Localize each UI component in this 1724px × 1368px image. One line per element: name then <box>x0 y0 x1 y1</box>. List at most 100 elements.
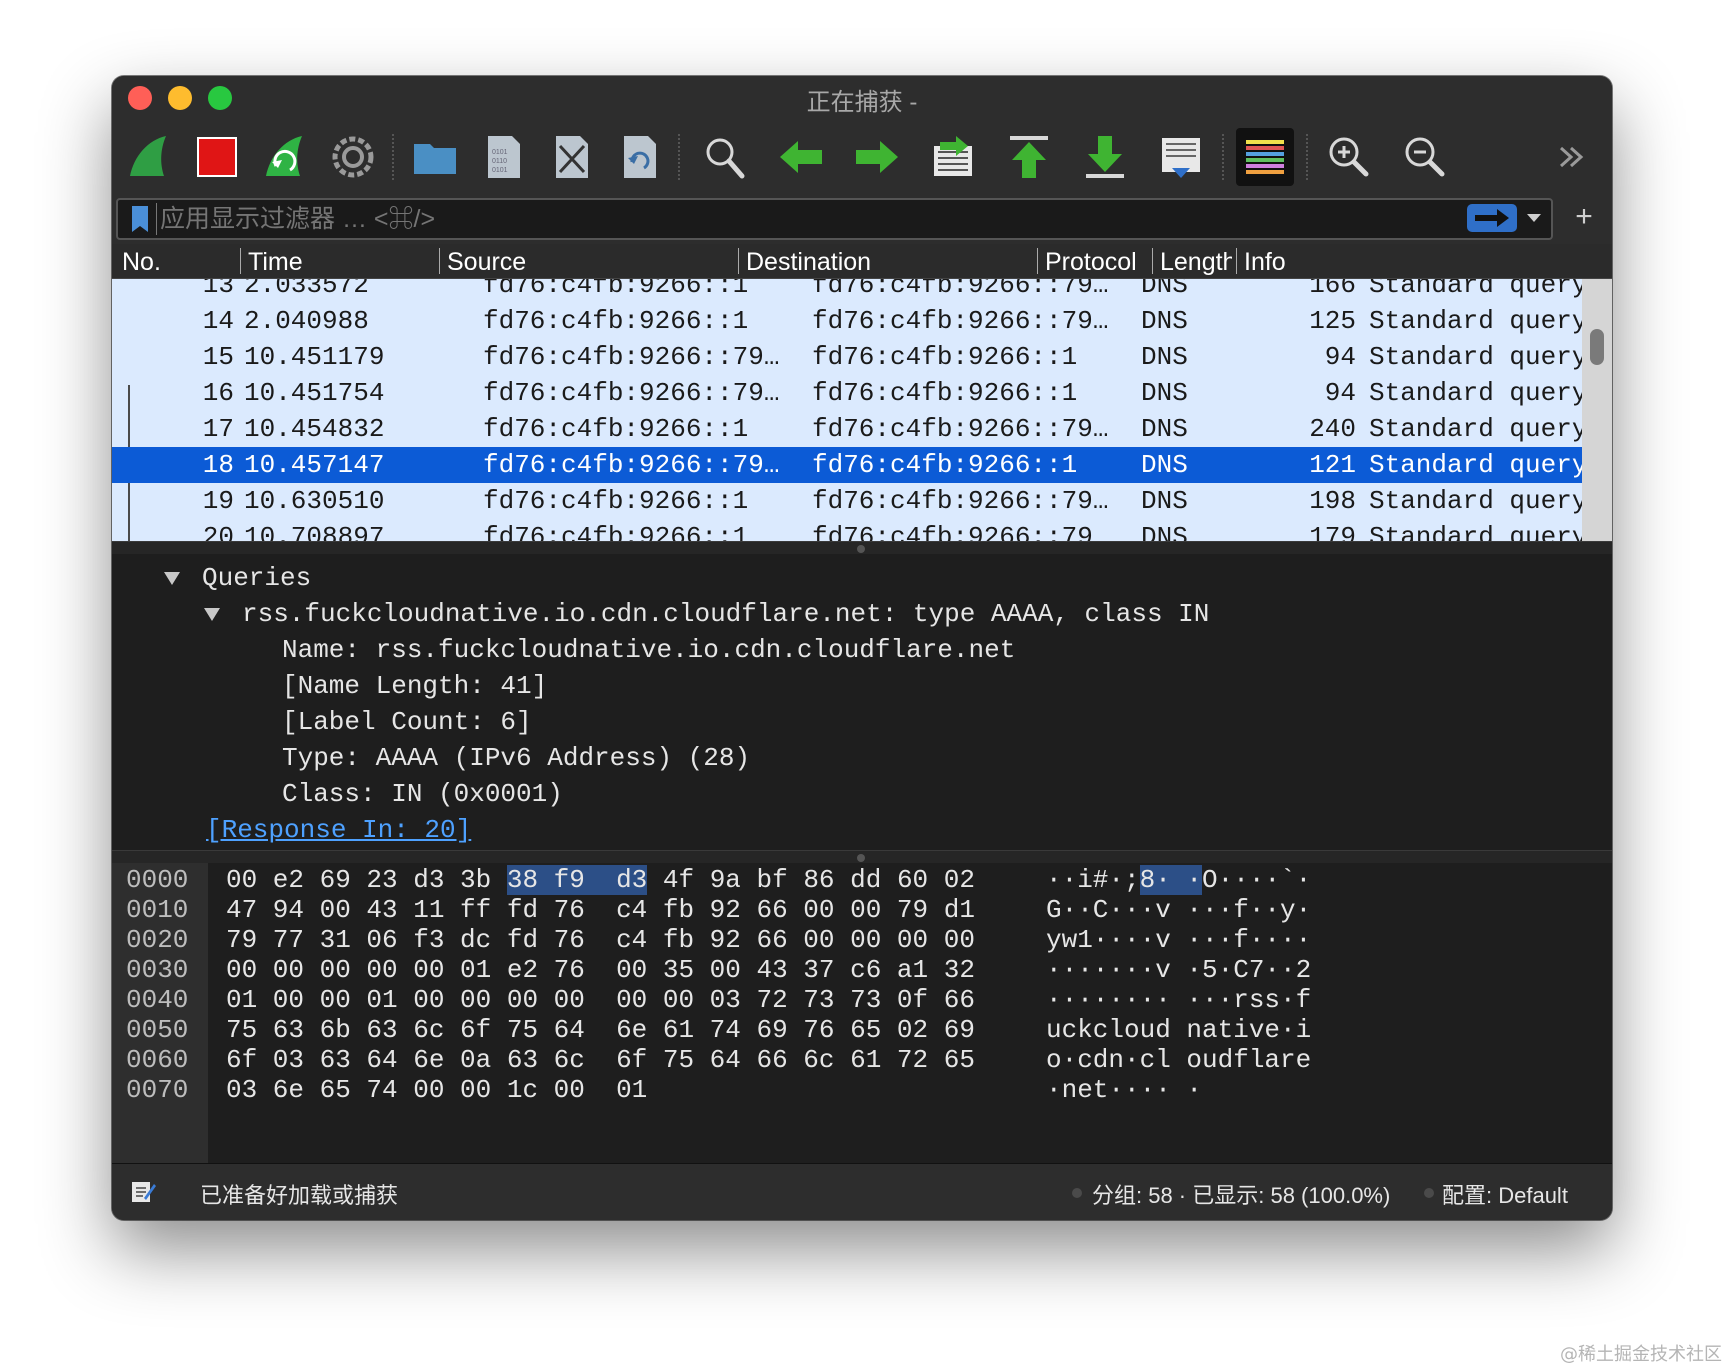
packet-row[interactable]: 16 10.451754 fd76:c4fb:9266::79… fd76:c4… <box>112 375 1588 411</box>
svg-text:0110: 0110 <box>492 158 507 165</box>
first-packet-button[interactable] <box>1000 128 1058 186</box>
column-header-protocol[interactable]: Protocol <box>1045 244 1155 278</box>
packet-info: Standard query <box>1369 279 1588 300</box>
status-bar: 已准备好加载或捕获 分组: 58 · 已显示: 58 (100.0%) 配置: … <box>112 1163 1612 1220</box>
packet-time: 2.040988 <box>244 306 369 336</box>
hex-ascii[interactable]: ·······v ·5·C7··2 <box>1046 955 1311 985</box>
colorize-button[interactable] <box>1236 128 1294 186</box>
tree-item-field[interactable]: Name: rss.fuckcloudnative.io.cdn.cloudfl… <box>282 632 1015 668</box>
splitter-handle[interactable] <box>857 854 865 862</box>
tree-item-field[interactable]: [Name Length: 41] <box>282 668 547 704</box>
packet-row[interactable]: 20 10.708897 fd76:c4fb:9266::1 fd76:c4fb… <box>112 519 1589 541</box>
packet-row-selected[interactable]: 18 10.457147 fd76:c4fb:9266::79… fd76:c4… <box>112 447 1587 483</box>
restart-capture-button[interactable] <box>256 128 314 186</box>
chevron-down-icon[interactable] <box>164 571 180 585</box>
toolbar-separator <box>1306 134 1310 180</box>
hex-bytes[interactable]: 6f 03 63 64 6e 0a 63 6c 6f 75 64 66 6c 6… <box>226 1045 975 1075</box>
hex-bytes[interactable]: 00 e2 69 23 d3 3b 38 f9 d3 4f 9a bf 86 d… <box>226 865 975 895</box>
hex-ascii[interactable]: ········ ···rss·f <box>1046 985 1311 1015</box>
packet-protocol: DNS <box>1141 279 1188 300</box>
packet-row[interactable]: 19 10.630510 fd76:c4fb:9266::1 fd76:c4fb… <box>112 483 1588 519</box>
hex-ascii[interactable]: G··C···v ···f··y· <box>1046 895 1311 925</box>
pane-splitter[interactable] <box>112 850 1612 864</box>
go-back-button[interactable] <box>772 128 830 186</box>
chevron-down-icon[interactable] <box>1524 210 1544 226</box>
tree-item-field[interactable]: Class: IN (0x0001) <box>282 776 563 812</box>
column-separator[interactable] <box>1236 248 1237 274</box>
go-forward-button[interactable] <box>848 128 906 186</box>
hex-ascii[interactable]: o·cdn·cl oudflare <box>1046 1045 1311 1075</box>
packet-source: fd76:c4fb:9266::1 <box>483 414 749 444</box>
reload-file-button[interactable] <box>610 128 668 186</box>
display-filter-input[interactable] <box>160 202 1360 236</box>
column-header-time[interactable]: Time <box>248 244 438 278</box>
column-header-length[interactable]: Length <box>1160 244 1232 278</box>
hex-bytes-highlight: 38 f9 d3 <box>506 865 648 895</box>
column-header-destination[interactable]: Destination <box>746 244 1036 278</box>
hex-bytes-text: 00 e2 69 23 d3 3b <box>226 865 507 895</box>
stop-capture-button[interactable] <box>188 128 246 186</box>
packet-row[interactable]: 14 2.040988 fd76:c4fb:9266::1 fd76:c4fb:… <box>112 303 1588 339</box>
find-packet-button[interactable] <box>696 128 754 186</box>
column-separator[interactable] <box>240 248 241 274</box>
hex-ascii[interactable]: yw1····v ···f···· <box>1046 925 1311 955</box>
tree-item-field[interactable]: [Label Count: 6] <box>282 704 532 740</box>
tree-item-query[interactable]: rss.fuckcloudnative.io.cdn.cloudflare.ne… <box>204 596 1209 632</box>
column-separator[interactable] <box>1152 248 1153 274</box>
tree-item-field[interactable]: Type: AAAA (IPv6 Address) (28) <box>282 740 750 776</box>
hex-bytes[interactable]: 00 00 00 00 00 01 e2 76 00 35 00 43 37 c… <box>226 955 975 985</box>
auto-scroll-icon <box>1162 138 1200 178</box>
column-header-source[interactable]: Source <box>447 244 737 278</box>
pane-splitter[interactable] <box>112 541 1612 555</box>
packet-info: Standard query <box>1369 486 1588 516</box>
last-packet-button[interactable] <box>1076 128 1134 186</box>
packet-info: Standard query <box>1369 414 1588 444</box>
splitter-handle[interactable] <box>857 545 865 553</box>
packet-destination: fd76:c4fb:9266::79… <box>812 279 1109 300</box>
title-bar: 正在捕获 - 0101 0110 0101 应用显示过滤器 … <⌘/> + <box>112 76 1612 267</box>
packet-length: 121 <box>1309 450 1356 480</box>
expert-info-icon[interactable] <box>128 1178 156 1206</box>
restart-fin-icon <box>266 136 302 176</box>
hex-bytes[interactable]: 47 94 00 43 11 ff fd 76 c4 fb 92 66 00 0… <box>226 895 975 925</box>
column-separator[interactable] <box>439 248 440 274</box>
add-filter-button[interactable]: + <box>1566 199 1602 235</box>
packet-protocol: DNS <box>1141 522 1188 541</box>
close-file-button[interactable] <box>542 128 600 186</box>
profile-selector[interactable]: 配置: Default <box>1442 1178 1568 1210</box>
hex-ascii[interactable]: ·net···· · <box>1046 1075 1202 1105</box>
bookmark-icon[interactable] <box>124 204 156 234</box>
apply-filter-button[interactable] <box>1467 204 1517 232</box>
packet-source: fd76:c4fb:9266::1 <box>483 522 749 541</box>
close-file-icon <box>556 136 588 178</box>
shark-fin-icon <box>130 136 166 176</box>
hex-bytes[interactable]: 79 77 31 06 f3 dc fd 76 c4 fb 92 66 00 0… <box>226 925 975 955</box>
hex-ascii[interactable]: ··i#·;8· ·O····`· <box>1046 865 1311 895</box>
column-header-info[interactable]: Info <box>1244 244 1444 278</box>
response-in-link[interactable]: [Response In: 20] <box>206 812 471 848</box>
hex-offset: 0000 <box>126 865 189 895</box>
packet-list-scrollbar[interactable] <box>1582 279 1612 541</box>
hex-bytes[interactable]: 01 00 00 01 00 00 00 00 00 00 03 72 73 7… <box>226 985 975 1015</box>
tree-item-queries[interactable]: Queries <box>164 560 311 596</box>
zoom-out-button[interactable] <box>1396 128 1454 186</box>
go-to-packet-button[interactable] <box>924 128 982 186</box>
packet-row[interactable]: 17 10.454832 fd76:c4fb:9266::1 fd76:c4fb… <box>112 411 1588 447</box>
zoom-in-button[interactable] <box>1320 128 1378 186</box>
hex-bytes[interactable]: 03 6e 65 74 00 00 1c 00 01 <box>226 1075 647 1105</box>
auto-scroll-button[interactable] <box>1152 128 1210 186</box>
packet-row[interactable]: 15 10.451179 fd76:c4fb:9266::79… fd76:c4… <box>112 339 1588 375</box>
open-file-button[interactable] <box>406 128 464 186</box>
packet-row[interactable]: 13 2.033572 fd76:c4fb:9266::1 fd76:c4fb:… <box>112 279 1588 303</box>
column-separator[interactable] <box>738 248 739 274</box>
save-file-button[interactable]: 0101 0110 0101 <box>474 128 532 186</box>
hex-bytes[interactable]: 75 63 6b 63 6c 6f 75 64 6e 61 74 69 76 6… <box>226 1015 975 1045</box>
hex-ascii[interactable]: uckcloud native·i <box>1046 1015 1311 1045</box>
chevron-down-icon[interactable] <box>204 607 220 621</box>
start-capture-button[interactable] <box>120 128 178 186</box>
column-header-no[interactable]: No. <box>122 244 232 278</box>
capture-options-button[interactable] <box>324 128 382 186</box>
packet-list-scroll-thumb[interactable] <box>1590 329 1604 365</box>
column-separator[interactable] <box>1037 248 1038 274</box>
toolbar-overflow-button[interactable] <box>1544 128 1600 186</box>
